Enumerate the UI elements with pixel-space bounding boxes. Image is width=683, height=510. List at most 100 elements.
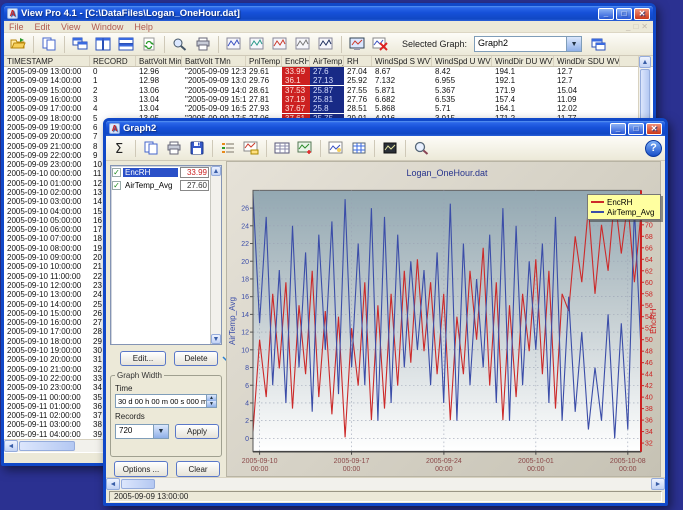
selected-graph-value: Graph2 — [475, 37, 566, 51]
print-button[interactable] — [192, 34, 214, 54]
refresh-button[interactable] — [138, 34, 160, 54]
chart-5-icon — [318, 37, 334, 51]
main-title-bar[interactable]: A View Pro 4.1 - [C:\DataFiles\Logan_One… — [4, 6, 653, 21]
series-checkbox[interactable]: ✓ — [112, 168, 121, 177]
chevron-down-icon[interactable]: ▼ — [566, 37, 581, 51]
table-row[interactable]: 2005-09-09 13:00:00012.96"2005-09-09 12:… — [4, 67, 653, 76]
column-header[interactable]: WindDir SDU WVT — [554, 56, 620, 66]
column-header[interactable]: BattVolt Min — [136, 56, 182, 66]
column-header[interactable]: WindSpd S WVT — [372, 56, 432, 66]
records-select[interactable]: 720 ▼ — [115, 424, 169, 439]
scroll-down-button[interactable]: ▼ — [211, 334, 221, 344]
column-header[interactable]: RECORD — [90, 56, 136, 66]
column-header[interactable]: TIMESTAMP — [4, 56, 90, 66]
mdi-minimize-button[interactable]: _ — [626, 22, 630, 31]
column-header[interactable]: RH — [344, 56, 372, 66]
maximize-button[interactable]: □ — [628, 123, 644, 135]
column-header[interactable]: PnlTemp Avg — [246, 56, 282, 66]
edit-button[interactable]: Edit... — [120, 351, 166, 366]
scroll-thumb[interactable] — [19, 441, 75, 451]
menu-file[interactable]: File — [9, 22, 24, 32]
delete-button[interactable]: Delete — [174, 351, 218, 366]
chart-2-button[interactable] — [246, 34, 268, 54]
scroll-right-button[interactable]: ► — [651, 478, 665, 490]
zoom-button[interactable] — [410, 138, 432, 158]
column-header[interactable]: WindDir DU WVT — [492, 56, 554, 66]
table-row[interactable]: 2005-09-09 14:00:00112.98"2005-09-09 13:… — [4, 76, 653, 85]
selected-graph-combobox[interactable]: Graph2 ▼ — [474, 36, 582, 52]
apply-button[interactable]: Apply — [175, 424, 219, 439]
chart-1-button[interactable] — [223, 34, 245, 54]
table-cell: 27.93 — [246, 104, 282, 113]
chart-5-button[interactable] — [315, 34, 337, 54]
sigma-button[interactable]: Σ — [109, 138, 131, 158]
close-button[interactable]: ✕ — [646, 123, 662, 135]
scroll-left-button[interactable]: ◄ — [4, 440, 18, 452]
invert-button[interactable] — [379, 138, 401, 158]
cascade-button[interactable] — [69, 34, 91, 54]
column-header[interactable]: BattVolt TMn — [182, 56, 246, 66]
copy-icon — [41, 37, 57, 51]
scroll-up-button[interactable]: ▲ — [639, 56, 651, 68]
save-button[interactable] — [186, 138, 208, 158]
svg-text:68: 68 — [645, 234, 653, 241]
tile-horizontal-button[interactable] — [115, 34, 137, 54]
copy-button[interactable] — [140, 138, 162, 158]
chart-3-button[interactable] — [269, 34, 291, 54]
table-row[interactable]: 2005-09-09 16:00:00313.04"2005-09-09 15:… — [4, 95, 653, 104]
tile-vertical-button[interactable] — [92, 34, 114, 54]
chart-4-button[interactable] — [292, 34, 314, 54]
data-table-button[interactable] — [271, 138, 293, 158]
series-item[interactable]: ✓EncRH33.99 — [111, 166, 210, 179]
series-list-scrollbar[interactable]: ▲ ▼ — [210, 166, 221, 344]
mdi-restore-button[interactable]: □ — [633, 22, 638, 31]
mdi-controls: _ □ ✕ — [626, 22, 648, 31]
menu-view[interactable]: View — [61, 22, 80, 32]
spin-down-icon[interactable]: ▼ — [206, 401, 216, 407]
print-button[interactable] — [163, 138, 185, 158]
table-row[interactable]: 2005-09-09 15:00:00213.06"2005-09-09 14:… — [4, 86, 653, 95]
scroll-track[interactable] — [156, 478, 651, 490]
mdi-close-button[interactable]: ✕ — [641, 22, 648, 31]
series-list-button[interactable] — [217, 138, 239, 158]
chevron-down-icon[interactable]: ▼ — [153, 425, 168, 438]
scroll-left-button[interactable]: ◄ — [106, 478, 120, 490]
series-checkbox[interactable]: ✓ — [112, 181, 121, 190]
table-row[interactable]: 2005-09-09 17:00:00413.04"2005-09-09 16:… — [4, 104, 653, 113]
graph-title-bar[interactable]: A Graph2 _ □ ✕ — [106, 121, 665, 136]
maximize-button[interactable]: □ — [616, 8, 632, 20]
svg-text:14: 14 — [241, 312, 249, 319]
svg-text:46: 46 — [645, 360, 653, 367]
graph-hscrollbar[interactable]: ◄ ► — [106, 477, 665, 490]
scroll-up-button[interactable]: ▲ — [211, 166, 221, 176]
chart-options-button[interactable] — [294, 138, 316, 158]
time-spinner[interactable]: ▲▼ — [206, 395, 216, 407]
delete-graph-button[interactable] — [369, 34, 391, 54]
export-graph-button[interactable] — [240, 138, 262, 158]
clear-button[interactable]: Clear — [176, 461, 220, 477]
scroll-thumb[interactable] — [121, 479, 155, 489]
menu-edit[interactable]: Edit — [35, 22, 51, 32]
find-button[interactable] — [169, 34, 191, 54]
menu-help[interactable]: Help — [134, 22, 153, 32]
menu-window[interactable]: Window — [91, 22, 123, 32]
close-button[interactable]: ✕ — [634, 8, 650, 20]
column-header[interactable]: AirTemp_Avg — [310, 56, 344, 66]
column-header[interactable]: WindSpd U WVT — [432, 56, 492, 66]
copy-button[interactable] — [38, 34, 60, 54]
column-header[interactable]: EncRH — [282, 56, 310, 66]
chart-legend[interactable]: EncRHAirTemp_Avg — [587, 194, 661, 220]
table-cell: 2005-09-10 18:00:00 — [4, 337, 90, 346]
minimize-button[interactable]: _ — [598, 8, 614, 20]
new-graph-button[interactable] — [587, 34, 609, 54]
grid-toggle-button[interactable] — [348, 138, 370, 158]
show-graph-button[interactable] — [346, 34, 368, 54]
svg-text:2: 2 — [245, 418, 249, 425]
image-export-button[interactable] — [325, 138, 347, 158]
help-button[interactable]: ? — [645, 140, 662, 157]
minimize-button[interactable]: _ — [610, 123, 626, 135]
time-width-input[interactable]: 30 d 00 h 00 m 00 s 000 m ▲▼ — [115, 394, 217, 408]
options-button[interactable]: Options ... — [114, 461, 168, 477]
open-button[interactable] — [7, 34, 29, 54]
series-item[interactable]: ✓AirTemp_Avg27.60 — [111, 179, 210, 192]
